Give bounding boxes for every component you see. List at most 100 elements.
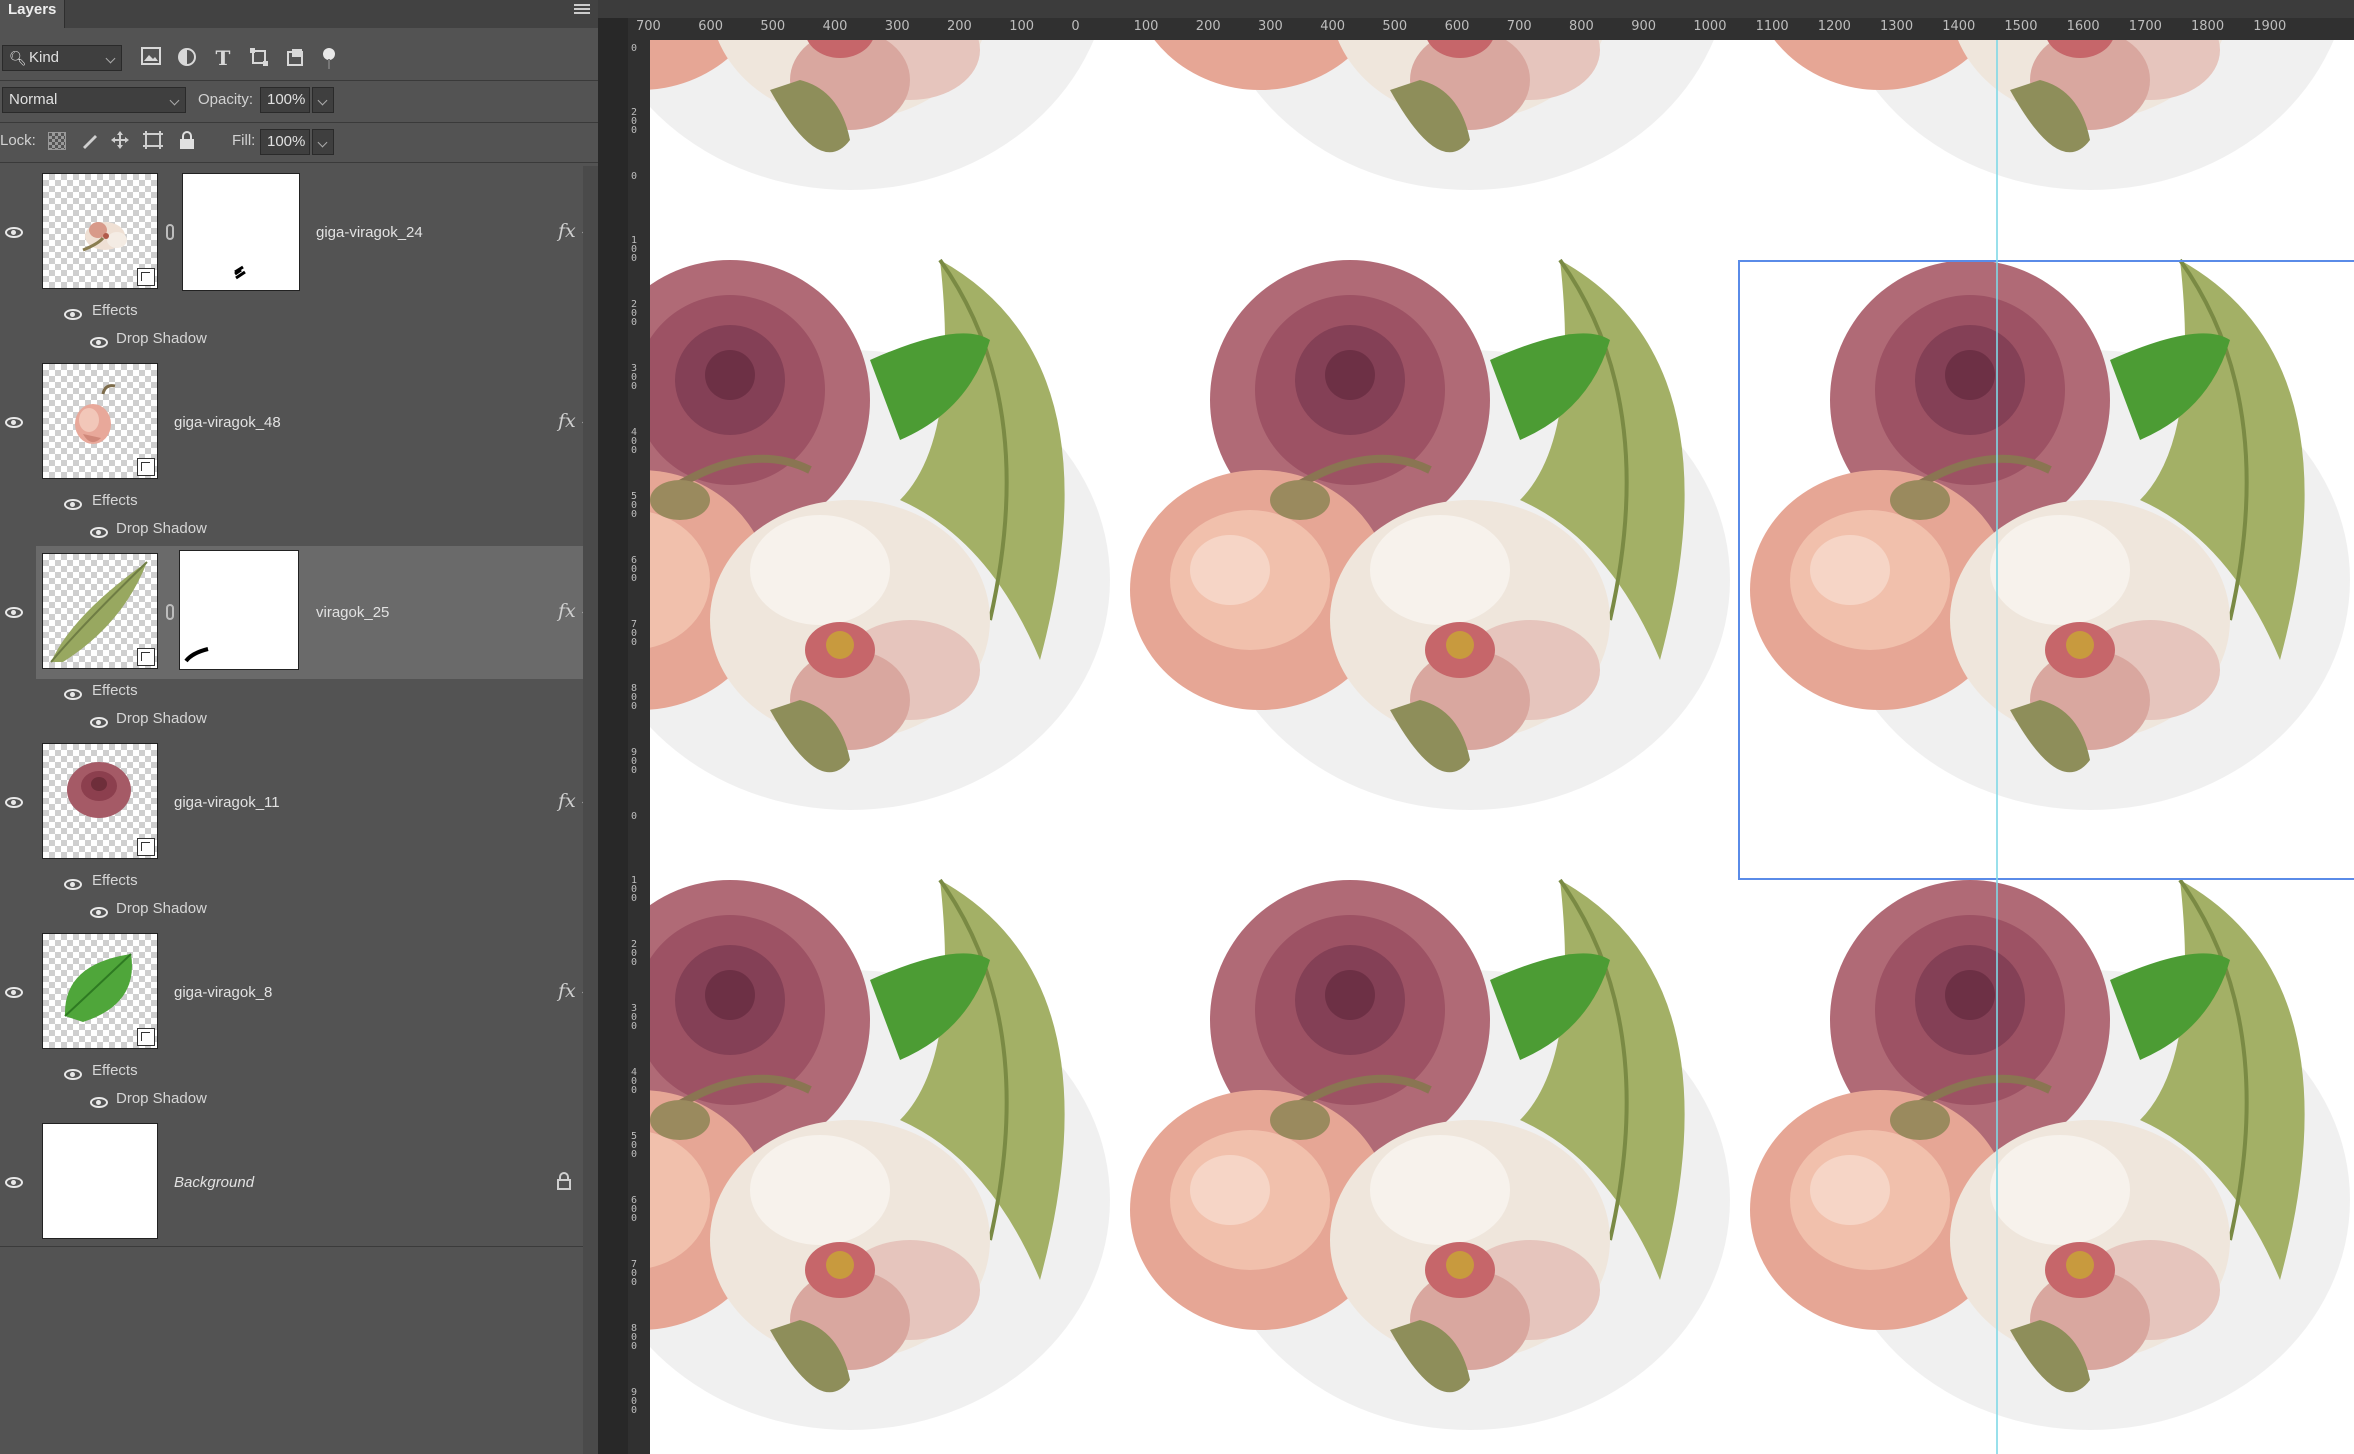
layer-name[interactable]: giga-viragok_8: [174, 984, 272, 1001]
fill-slider-toggle[interactable]: [312, 129, 334, 155]
layer-thumbnail[interactable]: [42, 553, 158, 669]
ruler-top-label: 200: [1195, 19, 1221, 34]
effects-label: Effects: [92, 492, 138, 509]
lock-all-icon[interactable]: [178, 130, 196, 155]
document-tab-strip: [598, 0, 2354, 18]
selection-bounding-box[interactable]: [1738, 260, 2354, 880]
effect-drop-shadow[interactable]: Drop Shadow: [116, 900, 207, 917]
fx-icon[interactable]: fx: [558, 980, 576, 1002]
ruler-top-label: 1300: [1880, 19, 1914, 34]
shape-filter-icon[interactable]: [248, 47, 270, 69]
layer-row[interactable]: giga-viragok_8 fx Effects Drop Shadow: [0, 926, 595, 1117]
ruler-top-label: 1500: [2004, 19, 2038, 34]
ruler-top-label: 1200: [1817, 19, 1851, 34]
layer-name[interactable]: giga-viragok_24: [316, 224, 423, 241]
layer-row-background[interactable]: Background: [0, 1116, 583, 1247]
eye-icon[interactable]: [5, 987, 23, 998]
eye-icon[interactable]: [90, 527, 108, 538]
eye-icon[interactable]: [5, 1177, 23, 1188]
effect-drop-shadow[interactable]: Drop Shadow: [116, 520, 207, 537]
lock-pixels-icon[interactable]: [80, 130, 100, 155]
ruler-left-label: 8 0 0: [631, 683, 638, 712]
ruler-top[interactable]: 700 600 500 400 300 200 100 0 100 200 300 400 500 600…: [628, 18, 2354, 41]
ruler-top-label: 1000: [1693, 19, 1727, 34]
layers-scrollbar[interactable]: [583, 166, 598, 1454]
opacity-input[interactable]: 100%: [260, 87, 310, 113]
layer-row[interactable]: giga-viragok_11 fx Effects Drop Shadow: [0, 736, 595, 927]
eye-icon[interactable]: [90, 717, 108, 728]
link-icon[interactable]: [166, 604, 174, 620]
filter-toggle-icon[interactable]: [318, 47, 340, 69]
layer-name[interactable]: Background: [174, 1174, 254, 1191]
blend-mode-value: Normal: [9, 91, 58, 108]
eye-icon[interactable]: [5, 227, 23, 238]
eye-icon[interactable]: [5, 417, 23, 428]
eye-icon[interactable]: [5, 607, 23, 618]
smart-object-badge-icon: [137, 268, 155, 286]
layer-thumbnail[interactable]: [42, 173, 158, 289]
blend-mode-dropdown[interactable]: Normal: [2, 87, 186, 113]
smart-object-filter-icon[interactable]: [284, 47, 306, 69]
ruler-top-label: 600: [698, 19, 724, 34]
eye-icon[interactable]: [5, 797, 23, 808]
lock-icon[interactable]: [556, 1172, 572, 1195]
effect-drop-shadow[interactable]: Drop Shadow: [116, 710, 207, 727]
ruler-top-label: 200: [947, 19, 972, 34]
filter-kind-value: Kind: [29, 49, 60, 66]
layer-thumbnail[interactable]: [42, 1123, 158, 1239]
lock-transparent-icon[interactable]: [48, 132, 66, 150]
tab-layers[interactable]: Layers: [0, 0, 66, 28]
eye-icon[interactable]: [64, 499, 82, 510]
adjustment-filter-icon[interactable]: [176, 47, 198, 69]
filter-kind-dropdown[interactable]: 🔍︎ Kind: [2, 45, 122, 71]
opacity-slider-toggle[interactable]: [312, 87, 334, 113]
layer-thumbnail[interactable]: [42, 743, 158, 859]
layer-row[interactable]: giga-viragok_48 fx Effects Drop Shadow: [0, 356, 595, 547]
fx-icon[interactable]: fx: [558, 600, 576, 622]
layer-name[interactable]: viragok_25: [316, 604, 389, 621]
eye-icon[interactable]: [64, 1069, 82, 1080]
layer-name[interactable]: giga-viragok_11: [174, 794, 280, 811]
type-filter-icon[interactable]: T: [212, 47, 234, 69]
layers-panel: Layers 🔍︎ Kind T Normal Opacity: 100% Lo…: [0, 0, 598, 1454]
smart-object-badge-icon: [137, 838, 155, 856]
ruler-top-label: 300: [1258, 19, 1283, 34]
fx-icon[interactable]: fx: [558, 410, 576, 432]
smart-object-badge-icon: [137, 458, 155, 476]
smart-object-badge-icon: [137, 1028, 155, 1046]
fill-input[interactable]: 100%: [260, 129, 310, 155]
eye-icon[interactable]: [90, 1097, 108, 1108]
layer-mask-thumbnail[interactable]: [179, 550, 299, 670]
eye-icon[interactable]: [64, 689, 82, 700]
effects-label: Effects: [92, 872, 138, 889]
ruler-left-label: 0: [631, 811, 638, 822]
eye-icon[interactable]: [64, 879, 82, 890]
guide-line[interactable]: [1996, 40, 1998, 1454]
effect-drop-shadow[interactable]: Drop Shadow: [116, 330, 207, 347]
ruler-left-label: 5 0 0: [631, 491, 638, 520]
lock-position-icon[interactable]: [110, 130, 130, 155]
ruler-left-label: 9 0 0: [631, 747, 638, 776]
fx-icon[interactable]: fx: [558, 790, 576, 812]
ruler-left-label: 3 0 0: [631, 1003, 638, 1032]
link-icon[interactable]: [166, 224, 174, 240]
effects-label: Effects: [92, 302, 138, 319]
layer-row[interactable]: giga-viragok_24 fx Effects Drop Shadow: [0, 166, 595, 357]
effects-label: Effects: [92, 1062, 138, 1079]
fx-icon[interactable]: fx: [558, 220, 576, 242]
ruler-top-label: 400: [1320, 19, 1346, 34]
panel-menu-icon[interactable]: [574, 4, 590, 18]
image-filter-icon[interactable]: [140, 47, 162, 69]
layer-mask-thumbnail[interactable]: [182, 173, 300, 291]
ruler-left[interactable]: 0 2 0 0 0 1 0 0 2 0 0 3 0 0 4 0 0 5 0 0 6 0 0 7 0…: [628, 40, 651, 1454]
lock-artboard-icon[interactable]: [142, 130, 164, 155]
eye-icon[interactable]: [90, 337, 108, 348]
layer-row-selected[interactable]: viragok_25 fx Effects Drop Shadow: [0, 546, 595, 737]
layer-thumbnail[interactable]: [42, 363, 158, 479]
effect-drop-shadow[interactable]: Drop Shadow: [116, 1090, 207, 1107]
layer-name[interactable]: giga-viragok_48: [174, 414, 281, 431]
canvas[interactable]: [650, 40, 2354, 1454]
layer-thumbnail[interactable]: [42, 933, 158, 1049]
eye-icon[interactable]: [90, 907, 108, 918]
eye-icon[interactable]: [64, 309, 82, 320]
